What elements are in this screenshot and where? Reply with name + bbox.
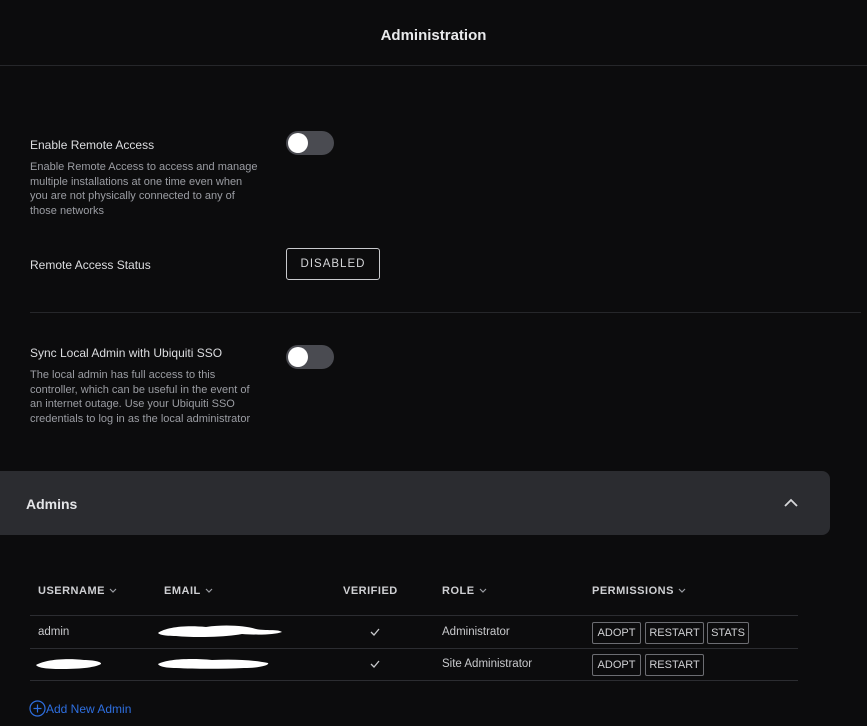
toggle-knob bbox=[288, 133, 308, 153]
column-label: USERNAME bbox=[38, 585, 105, 597]
remote-access-label: Enable Remote Access bbox=[30, 138, 155, 152]
cell-role: Administrator bbox=[442, 626, 510, 638]
remote-status-label: Remote Access Status bbox=[30, 258, 151, 272]
toggle-knob bbox=[288, 347, 308, 367]
chevron-down-icon bbox=[479, 588, 486, 593]
admins-section-header[interactable]: Admins bbox=[0, 471, 830, 535]
sync-sso-description: The local admin has full access to this … bbox=[30, 369, 251, 425]
permission-badge: RESTART bbox=[645, 654, 704, 676]
permission-badge: ADOPT bbox=[592, 622, 641, 644]
chevron-down-icon bbox=[205, 588, 213, 593]
redacted-email bbox=[158, 625, 282, 638]
column-header-permissions[interactable]: PERMISSIONS bbox=[592, 585, 686, 597]
add-new-admin-link[interactable]: Add New Admin bbox=[29, 700, 131, 717]
permission-badge: ADOPT bbox=[592, 654, 641, 676]
page-title: Administration bbox=[380, 27, 487, 44]
chevron-down-icon bbox=[109, 588, 117, 593]
redacted-email bbox=[158, 659, 269, 669]
chevron-down-icon bbox=[678, 588, 686, 593]
column-label: ROLE bbox=[442, 585, 475, 597]
remote-access-description: Enable Remote Access to access and manag… bbox=[30, 161, 258, 217]
cell-username: admin bbox=[38, 626, 70, 638]
redacted-username bbox=[36, 659, 102, 669]
admins-title: Admins bbox=[26, 496, 78, 512]
remote-status-badge: DISABLED bbox=[286, 248, 380, 280]
table-divider bbox=[30, 615, 798, 616]
cell-role: Site Administrator bbox=[442, 658, 533, 670]
check-icon bbox=[370, 628, 380, 636]
table-divider bbox=[30, 680, 798, 681]
remote-access-toggle[interactable] bbox=[286, 131, 334, 155]
column-header-verified: VERIFIED bbox=[343, 585, 398, 597]
table-divider bbox=[30, 648, 798, 649]
page-header: Administration bbox=[0, 0, 867, 66]
column-label: EMAIL bbox=[164, 585, 201, 597]
sync-sso-label: Sync Local Admin with Ubiquiti SSO bbox=[30, 346, 223, 360]
column-header-username[interactable]: USERNAME bbox=[38, 585, 117, 597]
column-header-email[interactable]: EMAIL bbox=[164, 585, 213, 597]
column-header-role[interactable]: ROLE bbox=[442, 585, 487, 597]
sync-sso-toggle[interactable] bbox=[286, 345, 334, 369]
column-label: PERMISSIONS bbox=[592, 585, 674, 597]
plus-circle-icon bbox=[29, 700, 46, 717]
permission-badge: RESTART bbox=[645, 622, 704, 644]
check-icon bbox=[370, 660, 380, 668]
add-new-admin-label: Add New Admin bbox=[46, 701, 132, 716]
section-divider bbox=[30, 312, 861, 313]
chevron-up-icon[interactable] bbox=[782, 494, 800, 512]
permission-badge: STATS bbox=[707, 622, 749, 644]
column-label: VERIFIED bbox=[343, 585, 398, 597]
